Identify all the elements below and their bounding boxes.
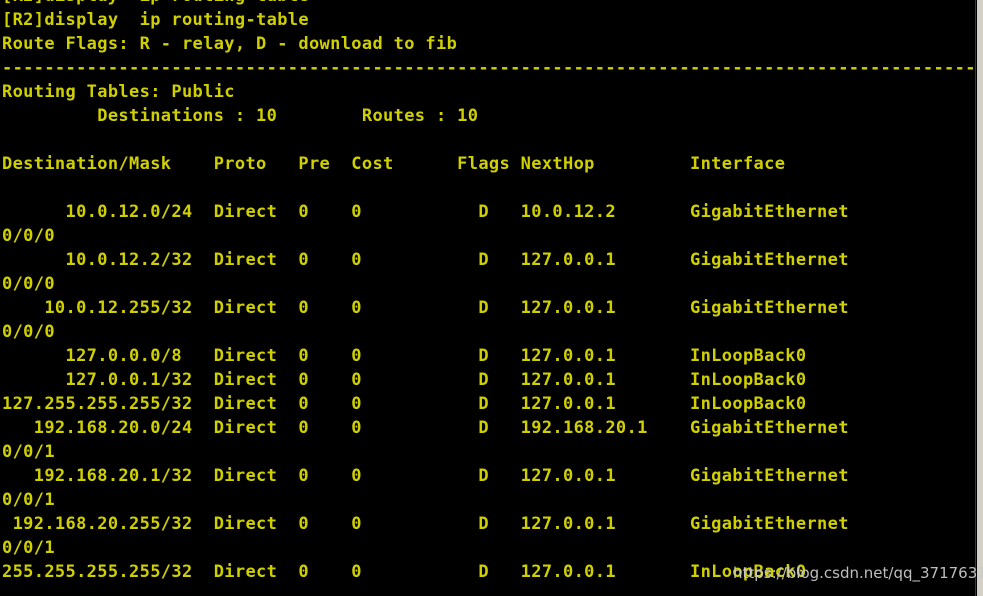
- table-row: 192.168.20.1/32 Direct 0 0 D 127.0.0.1 G…: [2, 466, 849, 486]
- table-row: 10.0.12.2/32 Direct 0 0 D 127.0.0.1 Giga…: [2, 250, 849, 270]
- table-row: 127.255.255.255/32 Direct 0 0 D 127.0.0.…: [2, 394, 807, 414]
- terminal-output: [R2]display ip routing-table [R2]display…: [0, 0, 983, 584]
- terminal-line-clipped: [R2]display ip routing-table: [0, 0, 983, 8]
- terminal-scrollbar[interactable]: [975, 0, 983, 596]
- table-row: 10.0.12.0/24 Direct 0 0 D 10.0.12.2 Giga…: [2, 202, 849, 222]
- table-row: 10.0.12.255/32 Direct 0 0 D 127.0.0.1 Gi…: [2, 298, 849, 318]
- table-row-continuation: 0/0/1: [2, 538, 55, 558]
- terminal-line-blank-1: [0, 128, 983, 152]
- terminal-line-separator: ----------------------------------------…: [2, 58, 976, 78]
- table-row-continuation: 0/0/0: [2, 274, 55, 294]
- table-row: 127.0.0.1/32 Direct 0 0 D 127.0.0.1 InLo…: [2, 370, 807, 390]
- terminal-line-summary: Destinations : 10 Routes : 10: [2, 106, 479, 126]
- table-row-continuation: 0/0/0: [2, 226, 55, 246]
- terminal-line-routing-tables: Routing Tables: Public: [2, 82, 235, 102]
- table-row-continuation: 0/0/0: [2, 322, 55, 342]
- table-row-continuation: 0/0/1: [2, 490, 55, 510]
- table-row: 192.168.20.0/24 Direct 0 0 D 192.168.20.…: [2, 418, 849, 438]
- terminal-line-command: [R2]display ip routing-table: [2, 10, 309, 30]
- terminal-line-table-header: Destination/Mask Proto Pre Cost Flags Ne…: [2, 154, 786, 174]
- terminal-line-blank-2: [0, 176, 983, 200]
- terminal-line-route-flags: Route Flags: R - relay, D - download to …: [2, 34, 458, 54]
- table-row: 127.0.0.0/8 Direct 0 0 D 127.0.0.1 InLoo…: [2, 346, 807, 366]
- terminal-window[interactable]: [R2]display ip routing-table [R2]display…: [0, 0, 983, 596]
- terminal-scrollbar-thumb[interactable]: [977, 0, 983, 596]
- watermark-url: https://blog.csdn.net/qq_37176318: [733, 564, 983, 582]
- table-row: 192.168.20.255/32 Direct 0 0 D 127.0.0.1…: [2, 514, 849, 534]
- table-row-continuation: 0/0/1: [2, 442, 55, 462]
